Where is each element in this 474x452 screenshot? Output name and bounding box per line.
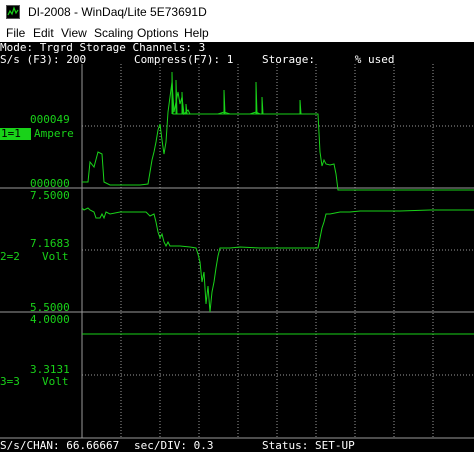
ch1-unit: Ampere bbox=[34, 127, 74, 140]
waveform-display: Mode: Trgrd Storage Channels: 3 S/s (F3)… bbox=[0, 42, 474, 452]
ch2-mid-value: 7.1683 bbox=[30, 237, 70, 250]
ch3-top-value: 4.0000 bbox=[30, 313, 70, 326]
waveform-plot bbox=[0, 64, 474, 439]
status-compress: Compress(F7): 1 bbox=[134, 53, 234, 66]
ch3-label[interactable]: 3=3 bbox=[0, 376, 20, 388]
menu-edit[interactable]: Edit bbox=[33, 26, 54, 40]
menu-help[interactable]: Help bbox=[184, 26, 209, 40]
ch2-label[interactable]: 2=2 bbox=[0, 251, 20, 263]
window-title: DI-2008 - WinDaq/Lite 5E73691D bbox=[28, 5, 207, 19]
ch3-unit: Volt bbox=[42, 375, 69, 388]
menu-bar: File Edit View Scaling Options Help bbox=[0, 24, 474, 42]
title-bar: DI-2008 - WinDaq/Lite 5E73691D bbox=[0, 0, 474, 24]
channel-2-trace bbox=[81, 207, 474, 313]
status-rate: S/s (F3): 200 bbox=[0, 53, 87, 66]
ch1-top-value: 000049 bbox=[30, 113, 70, 126]
menu-options[interactable]: Options bbox=[137, 26, 178, 40]
grid bbox=[0, 64, 474, 439]
status-sec-div: sec/DIV: 0.3 bbox=[134, 439, 214, 452]
channel-1-trace bbox=[82, 81, 474, 191]
app-icon bbox=[6, 5, 20, 19]
channel-1-spikes bbox=[171, 71, 302, 115]
ch2-unit: Volt bbox=[42, 250, 69, 263]
menu-scaling[interactable]: Scaling bbox=[94, 26, 133, 40]
menu-view[interactable]: View bbox=[61, 26, 87, 40]
ch2-top-value: 7.5000 bbox=[30, 189, 70, 202]
ch1-label[interactable]: 1=1 bbox=[0, 128, 31, 140]
status-sample-rate: S/s/CHAN: 66.66667 bbox=[0, 439, 120, 452]
menu-file[interactable]: File bbox=[6, 26, 25, 40]
status-state: Status: SET-UP bbox=[262, 439, 355, 452]
status-storage: Storage: % used bbox=[262, 53, 395, 66]
